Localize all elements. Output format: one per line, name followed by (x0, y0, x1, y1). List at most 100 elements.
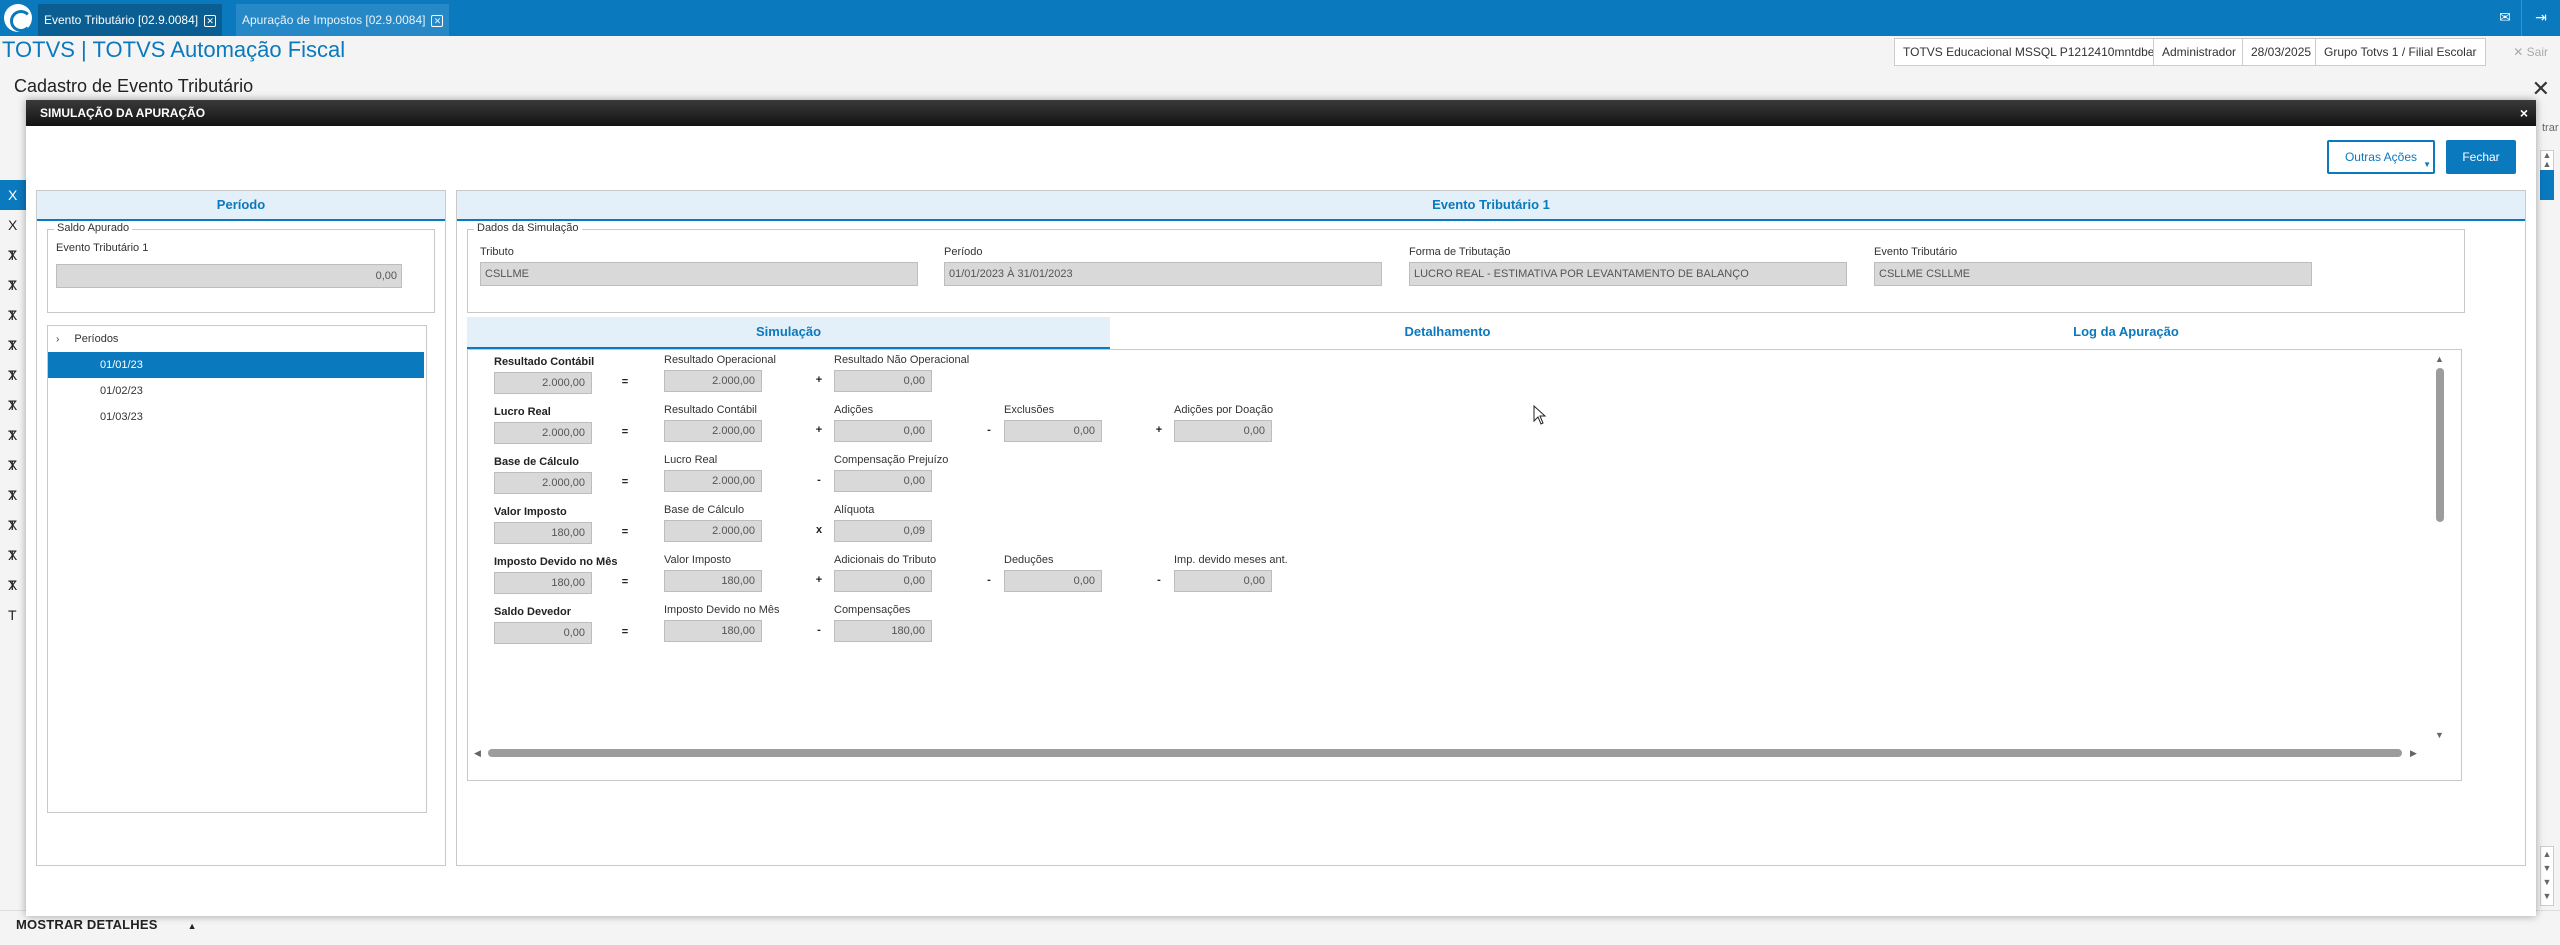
tributo-label: Tributo (480, 246, 514, 258)
term-value-field[interactable]: 2.000,00 (664, 520, 762, 542)
term-value-field[interactable]: 0,00 (1174, 420, 1272, 442)
background-selection (2540, 170, 2554, 200)
simulation-row: Lucro Real 2.000,00 = Resultado Contábil 2.0… (468, 404, 1468, 452)
forma-label: Forma de Tributação (1409, 246, 1511, 258)
tributo-field[interactable]: CSLLME (480, 262, 918, 286)
modal-title: SIMULAÇÃO DA APURAÇÃO (40, 106, 206, 120)
close-button[interactable]: Fechar (2446, 140, 2516, 174)
forma-field[interactable]: LUCRO REAL - ESTIMATIVA POR LEVANTAMENTO… (1409, 262, 1847, 286)
result-value-field[interactable]: 2.000,00 (494, 472, 592, 494)
close-icon[interactable]: × (2520, 100, 2528, 126)
list-item[interactable]: X T (0, 420, 26, 473)
term-value-field[interactable]: 180,00 (664, 620, 762, 642)
term-value-field[interactable]: 0,00 (1004, 420, 1102, 442)
list-item[interactable]: X T (0, 570, 26, 623)
mail-icon[interactable]: ✉ (2494, 6, 2516, 28)
simulation-row: Base de Cálculo 2.000,00 = Lucro Real 2.000,… (468, 454, 1468, 502)
period-tree: › Períodos 01/01/23 01/02/23 01/03/23 (47, 325, 427, 813)
result-value-field[interactable]: 2.000,00 (494, 422, 592, 444)
term-value-field[interactable]: 0,00 (834, 470, 932, 492)
term-value-field[interactable]: 2.000,00 (664, 470, 762, 492)
term-value-field[interactable]: 0,00 (834, 370, 932, 392)
term-value-field[interactable]: 180,00 (664, 570, 762, 592)
term-value-field[interactable]: 180,00 (834, 620, 932, 642)
scroll-left-icon[interactable]: ◀ (474, 748, 481, 758)
tree-item-period[interactable]: 01/03/23 (48, 404, 424, 430)
user-info[interactable]: Administrador (2153, 38, 2246, 66)
term-label: Adicionais do Tributo (834, 554, 937, 566)
show-details-button[interactable]: MOSTRAR DETALHES ▲ (16, 917, 197, 932)
result-label: Resultado Contábil (494, 356, 595, 368)
tree-root[interactable]: › Períodos (48, 326, 424, 352)
tab-evento-tributario[interactable]: Evento Tributário [02.9.0084] ✕ (38, 4, 223, 36)
term-value-field[interactable]: 0,00 (1174, 570, 1272, 592)
simulation-row: Resultado Contábil 2.000,00 = Resultado Ope… (468, 354, 1468, 402)
close-icon[interactable]: ✕ (204, 14, 217, 27)
term-value-field[interactable]: 0,09 (834, 520, 932, 542)
term-label: Adições por Doação (1174, 404, 1274, 416)
background-link[interactable]: trar (2542, 122, 2559, 134)
tree-item-period[interactable]: 01/01/23 (48, 352, 424, 378)
scroll-up-icon[interactable]: ▲ (2435, 354, 2444, 364)
horizontal-scrollbar[interactable] (488, 749, 2402, 757)
tab-simulacao[interactable]: Simulação (467, 317, 1110, 349)
chevron-right-icon[interactable]: › (56, 334, 59, 345)
simulation-row: Imposto Devido no Mês 180,00 = Valor Impost… (468, 554, 1468, 602)
evento-field[interactable]: CSLLME CSLLME (1874, 262, 2312, 286)
list-item[interactable]: X T (0, 360, 26, 413)
scroll-right-icon[interactable]: ▶ (2410, 748, 2417, 758)
page-title: Cadastro de Evento Tributário (14, 76, 254, 96)
list-item[interactable]: X T (0, 270, 26, 323)
branch-info[interactable]: Grupo Totvs 1 / Filial Escolar (2315, 38, 2486, 66)
mouse-cursor-icon (1533, 405, 1547, 425)
result-label: Lucro Real (494, 406, 551, 418)
close-icon[interactable]: ✕ (431, 14, 444, 27)
list-item[interactable]: X T (0, 300, 26, 353)
list-item[interactable]: X T (0, 540, 26, 593)
term-value-field[interactable]: 2.000,00 (664, 420, 762, 442)
list-item[interactable]: X T (0, 480, 26, 533)
term-label: Valor Imposto (664, 554, 732, 566)
tab-detalhamento[interactable]: Detalhamento (1110, 317, 1785, 349)
close-icon[interactable]: ✕ (2532, 76, 2550, 102)
other-actions-button[interactable]: Outras Ações ▼ (2327, 140, 2435, 174)
tab-log-apuracao[interactable]: Log da Apuração (1785, 317, 2467, 349)
background-scroll-down[interactable]: ▲ ▼ ▼ ▼ (2540, 846, 2554, 906)
event-panel: Evento Tributário 1 Dados da Simulação T… (456, 190, 2526, 866)
date-info[interactable]: 28/03/2025 (2242, 38, 2321, 66)
term-label: Compensações (834, 604, 911, 616)
list-item[interactable]: X T (0, 180, 26, 233)
logout-icon[interactable]: ⇥ (2530, 6, 2552, 28)
result-value-field[interactable]: 0,00 (494, 622, 592, 644)
simulation-area: Resultado Contábil 2.000,00 = Resultado Ope… (467, 349, 2462, 781)
result-label: Valor Imposto (494, 506, 567, 518)
periodo-field[interactable]: 01/01/2023 À 31/01/2023 (944, 262, 1382, 286)
result-value-field[interactable]: 180,00 (494, 572, 592, 594)
logo-icon[interactable] (4, 4, 32, 32)
top-tab-bar: Evento Tributário [02.9.0084] ✕ Apuração … (0, 0, 2560, 36)
result-value-field[interactable]: 2.000,00 (494, 372, 592, 394)
term-value-field[interactable]: 0,00 (834, 570, 932, 592)
result-label: Imposto Devido no Mês (494, 556, 618, 568)
exit-button[interactable]: ✕ Sair (2513, 38, 2548, 66)
tree-item-period[interactable]: 01/02/23 (48, 378, 424, 404)
scroll-down-icon[interactable]: ▼ (2435, 730, 2444, 740)
result-value-field[interactable]: 180,00 (494, 522, 592, 544)
term-value-field[interactable]: 0,00 (834, 420, 932, 442)
list-item[interactable]: X T (0, 450, 26, 503)
saldo-value-field[interactable]: 0,00 (56, 264, 402, 288)
list-item[interactable]: X T (0, 390, 26, 443)
term-value-field[interactable]: 0,00 (1004, 570, 1102, 592)
environment-info[interactable]: TOTVS Educacional MSSQL P1212410mntdbexp (1894, 38, 2177, 66)
tab-label: Apuração de Impostos [02.9.0084] (242, 13, 426, 27)
term-label: Exclusões (1004, 404, 1055, 416)
list-item[interactable]: X T (0, 210, 26, 263)
saldo-fieldset: Saldo Apurado Evento Tributário 1 0,00 (47, 222, 435, 313)
vertical-scrollbar[interactable] (2436, 368, 2444, 522)
term-value-field[interactable]: 2.000,00 (664, 370, 762, 392)
list-item[interactable]: X T (0, 330, 26, 383)
list-item[interactable]: X T (0, 510, 26, 563)
list-item[interactable]: X T (0, 240, 26, 293)
operator: + (815, 424, 823, 436)
tab-apuracao-impostos[interactable]: Apuração de Impostos [02.9.0084] ✕ (236, 4, 450, 36)
